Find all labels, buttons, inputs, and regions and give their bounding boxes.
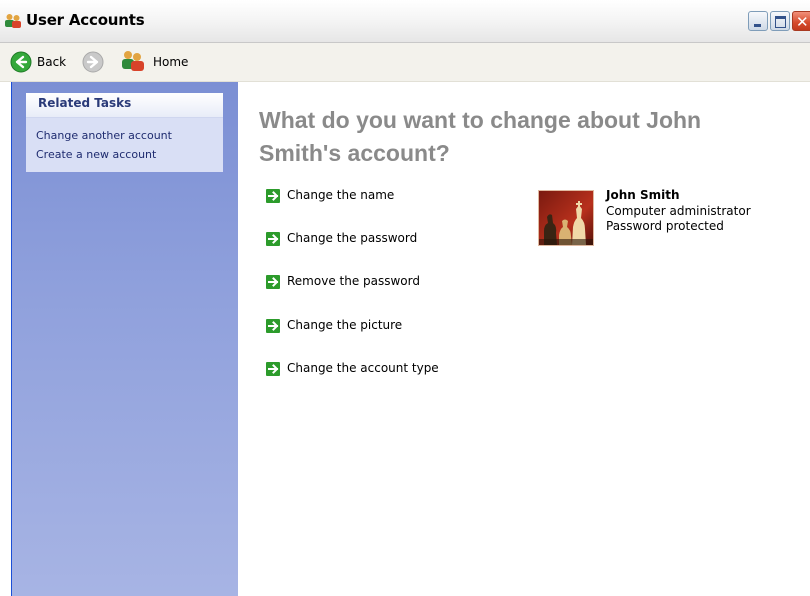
forward-arrow-icon <box>82 51 104 73</box>
green-arrow-icon <box>266 275 280 289</box>
maximize-icon <box>775 16 786 28</box>
related-tasks-title: Related Tasks <box>38 96 132 110</box>
related-tasks-panel: Related Tasks Change another account Cre… <box>26 93 223 172</box>
home-button[interactable]: Home <box>120 50 190 74</box>
green-arrow-icon <box>266 362 280 376</box>
user-picture <box>538 190 594 246</box>
create-new-account-link[interactable]: Create a new account <box>36 145 213 164</box>
change-another-account-link[interactable]: Change another account <box>36 126 213 145</box>
option-label: Change the password <box>287 231 418 245</box>
option-label: Remove the password <box>287 274 420 288</box>
back-arrow-icon <box>10 51 32 73</box>
minimize-button[interactable] <box>748 11 768 31</box>
window-title: User Accounts <box>26 11 145 29</box>
close-button[interactable]: ✕ <box>792 11 810 31</box>
main-content: What do you want to change about John Sm… <box>238 82 810 596</box>
maximize-button[interactable] <box>770 11 790 31</box>
task-sidebar: Related Tasks Change another account Cre… <box>11 82 238 596</box>
home-label: Home <box>153 55 189 69</box>
option-label: Change the account type <box>287 361 439 375</box>
title-bar[interactable]: User Accounts ✕ <box>0 0 810 43</box>
option-label: Change the name <box>287 188 395 202</box>
user-password-status: Password protected <box>606 219 724 233</box>
chess-pieces-picture <box>539 191 593 245</box>
green-arrow-icon <box>266 319 280 333</box>
option-label: Change the picture <box>287 318 403 332</box>
back-button[interactable]: Back <box>10 50 80 74</box>
related-tasks-header[interactable]: Related Tasks <box>26 93 223 118</box>
user-accounts-window: User Accounts ✕ Back Home Related Tasks … <box>0 0 810 596</box>
green-arrow-icon <box>266 232 280 246</box>
forward-button[interactable] <box>82 50 104 74</box>
green-arrow-icon <box>266 189 280 203</box>
users-home-icon <box>122 51 144 71</box>
user-account-type: Computer administrator <box>606 204 751 218</box>
minimize-icon <box>754 24 761 27</box>
back-label: Back <box>37 55 67 69</box>
toolbar: Back Home <box>0 43 810 82</box>
related-tasks-list: Change another account Create a new acco… <box>26 118 223 172</box>
users-icon <box>5 14 21 28</box>
close-icon: ✕ <box>796 13 809 31</box>
page-heading: What do you want to change about John Sm… <box>259 107 702 166</box>
user-name: John Smith <box>606 188 680 202</box>
